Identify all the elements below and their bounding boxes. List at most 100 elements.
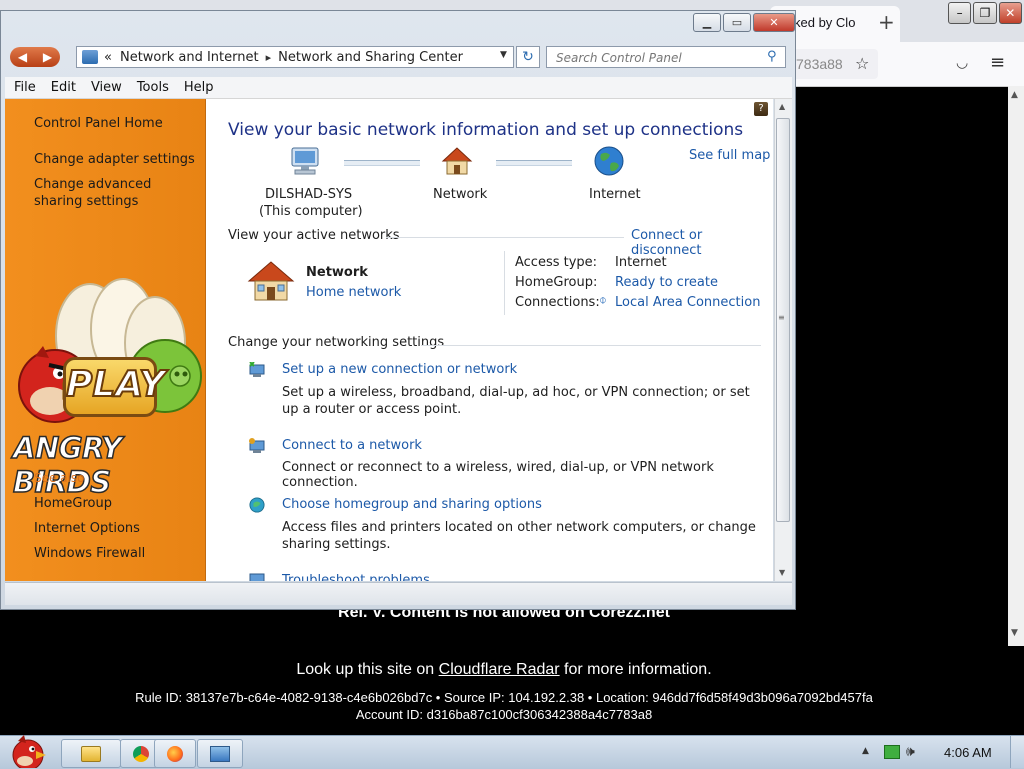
sidebar-homegroup[interactable]: HomeGroup (34, 495, 112, 512)
menu-edit[interactable]: Edit (51, 80, 76, 95)
hamburger-menu-icon[interactable]: ≡ (990, 52, 1005, 73)
browser-tab-title[interactable]: ked by Clo (794, 15, 856, 30)
computer-name[interactable]: DILSHAD-SYS (265, 187, 352, 202)
browser-scrollbar[interactable] (1008, 86, 1024, 646)
map-internet-label[interactable]: Internet (589, 187, 641, 202)
task-troubleshoot-link[interactable]: Troubleshoot problems (282, 573, 430, 581)
network-house-icon[interactable] (440, 145, 474, 177)
sidebar-windows-firewall[interactable]: Windows Firewall (34, 545, 145, 562)
tray-expand-icon[interactable]: ▲ (862, 746, 869, 756)
map-network-label[interactable]: Network (433, 187, 487, 202)
address-chevron[interactable]: « (104, 50, 112, 65)
scroll-up-arrow-icon[interactable]: ▲ (1011, 90, 1018, 100)
cloudflare-account-line: Account ID: d316ba87c100cf306342388a4c77… (355, 707, 653, 722)
lookup-prefix: Look up this site on (296, 661, 439, 678)
menu-file[interactable]: File (14, 80, 36, 95)
bookmark-star-icon[interactable]: ☆ (855, 54, 869, 73)
start-button-angry-bird-icon[interactable] (2, 733, 52, 768)
menu-tools[interactable]: Tools (137, 80, 169, 95)
tray-network-icon[interactable] (884, 745, 900, 759)
connections-label: Connections: (515, 295, 600, 310)
cloudflare-radar-link[interactable]: Cloudflare Radar (439, 661, 560, 678)
cloudflare-lookup-line: Look up this site on Cloudflare Radar fo… (0, 661, 1008, 679)
homegroup-label: HomeGroup: (515, 275, 598, 290)
vertical-divider (504, 251, 505, 315)
address-bar[interactable]: « Network and Internet ▸ Network and Sha… (76, 46, 514, 68)
scroll-up-icon[interactable]: ▲ (779, 102, 785, 111)
search-input[interactable]: Search Control Panel (546, 46, 786, 68)
menu-bar: File Edit View Tools Help (5, 77, 792, 99)
troubleshoot-icon (249, 573, 265, 581)
sidebar-control-panel-home[interactable]: Control Panel Home (34, 115, 163, 132)
internet-globe-icon[interactable] (592, 145, 626, 177)
cloudflare-rule-line: Rule ID: 38137e7b-c64e-4082-9138-c4e6b02… (135, 690, 873, 705)
active-networks-label: View your active networks (228, 228, 400, 243)
scroll-down-arrow-icon[interactable]: ▼ (1011, 628, 1018, 638)
task-connect-network-link[interactable]: Connect to a network (282, 438, 422, 453)
angry-birds-play-button[interactable]: PLAY (63, 357, 166, 417)
main-content: View your basic network information and … (206, 99, 773, 581)
sidebar-change-adapter-settings[interactable]: Change adapter settings (34, 151, 195, 168)
angry-birds-title[interactable]: ANGRY BIRDS (12, 430, 203, 500)
sidebar-change-advanced-sharing[interactable]: Change advanced sharing settings (34, 176, 199, 210)
connect-disconnect-link[interactable]: Connect or disconnect (631, 228, 773, 258)
see-full-map-link[interactable]: See full map (689, 148, 770, 163)
computer-subtitle: (This computer) (259, 204, 363, 219)
scroll-grip-icon: ≡ (778, 313, 785, 322)
help-icon[interactable]: ? (754, 102, 768, 116)
tray-clock[interactable]: 4:06 AM (944, 745, 992, 760)
browser-window-controls: – ❐ ✕ (948, 2, 1022, 24)
tray-volume-icon[interactable]: 🕪 (906, 744, 915, 760)
breadcrumb-separator-icon[interactable]: ▸ (266, 51, 272, 64)
access-type-label: Access type: (515, 255, 598, 270)
search-icon[interactable]: ⚲ (767, 49, 777, 64)
section-divider (386, 237, 624, 238)
browser-close-button[interactable]: ✕ (998, 2, 1022, 24)
back-arrow-icon[interactable]: ◀ (18, 50, 27, 64)
network-icon (210, 745, 230, 762)
browser-url-text[interactable]: 783a88 (796, 56, 846, 72)
browser-restore-button[interactable]: ❐ (973, 2, 997, 24)
task-homegroup-link[interactable]: Choose homegroup and sharing options (282, 497, 542, 512)
task-connect-network-desc: Connect or reconnect to a wireless, wire… (282, 460, 714, 490)
taskbar-explorer-button[interactable] (61, 739, 121, 768)
close-button[interactable]: ✕ (753, 13, 795, 32)
sidebar-internet-options[interactable]: Internet Options (34, 520, 140, 537)
pocket-icon[interactable]: ◡ (956, 55, 968, 71)
computer-icon[interactable] (288, 146, 322, 178)
control-panel-icon (82, 50, 98, 64)
new-tab-button[interactable]: + (878, 10, 895, 34)
home-network-icon (247, 261, 295, 301)
menu-help[interactable]: Help (184, 80, 214, 95)
task-homegroup-desc: Access files and printers located on oth… (282, 520, 756, 552)
ready-to-create-link[interactable]: Ready to create (615, 275, 718, 290)
forward-arrow-icon[interactable]: ▶ (43, 50, 52, 64)
access-type-value: Internet (615, 255, 667, 270)
maximize-button[interactable]: ▭ (723, 13, 751, 32)
status-bar (5, 582, 792, 605)
refresh-button[interactable]: ↻ (516, 46, 540, 68)
taskbar-control-panel-button[interactable] (197, 739, 243, 768)
minimize-button[interactable]: ▁ (693, 13, 721, 32)
change-settings-label: Change your networking settings (228, 335, 445, 350)
see-also-label: See also (34, 471, 85, 485)
breadcrumb-network-and-internet[interactable]: Network and Internet (120, 50, 259, 65)
window-controls: ▁ ▭ ✕ (693, 13, 795, 32)
show-desktop-button[interactable] (1010, 736, 1024, 768)
local-area-connection-link[interactable]: Local Area Connection (615, 295, 760, 310)
taskbar-firefox-button[interactable] (154, 739, 196, 768)
home-network-link[interactable]: Home network (306, 285, 401, 300)
browser-minimize-button[interactable]: – (948, 2, 972, 24)
task-new-connection-link[interactable]: Set up a new connection or network (282, 362, 517, 377)
play-label[interactable]: PLAY (65, 363, 166, 406)
back-forward-buttons[interactable]: ◀ ▶ (10, 47, 60, 67)
page-title: View your basic network information and … (228, 120, 744, 140)
scroll-down-icon[interactable]: ▼ (779, 568, 785, 577)
map-connector-1 (344, 160, 420, 166)
lookup-suffix: for more information. (559, 661, 712, 678)
connect-network-icon (249, 438, 265, 453)
breadcrumb-network-sharing-center[interactable]: Network and Sharing Center (278, 50, 463, 65)
menu-view[interactable]: View (91, 80, 122, 95)
refresh-icon: ↻ (522, 49, 534, 65)
address-dropdown-icon[interactable]: ▼ (500, 50, 507, 60)
